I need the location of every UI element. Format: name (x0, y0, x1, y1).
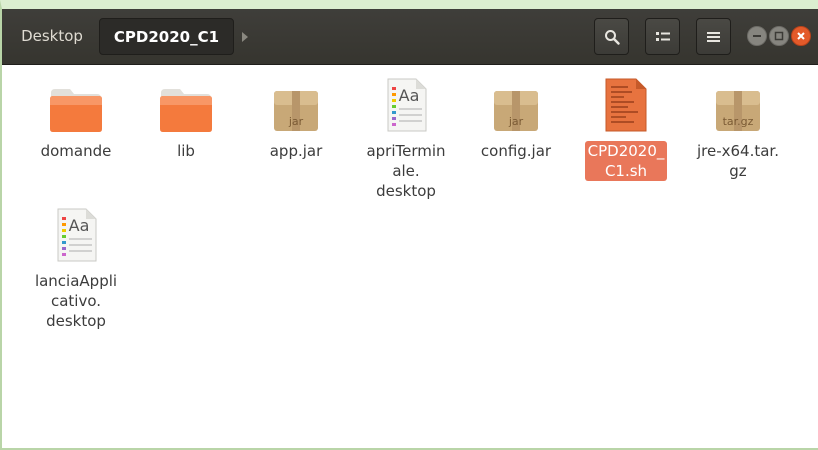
archive-badge: jar (288, 115, 304, 128)
file-label: app.jar (269, 142, 323, 160)
close-icon (797, 32, 805, 40)
file-label: apriTermin ale. desktop (366, 142, 446, 200)
menu-icon (707, 31, 720, 42)
archive-icon: jar (250, 77, 342, 133)
file-grid: domande lib jar app.jar Aa apriTermin al… (2, 65, 818, 448)
archive-badge: jar (508, 115, 524, 128)
file-label: lanciaAppli cativo. desktop (34, 272, 118, 330)
archive-badge: tar.gz (723, 115, 754, 128)
search-icon (604, 29, 620, 45)
window-controls (747, 25, 818, 47)
file-item-cpd2020-c1-sh[interactable]: CPD2020_ C1.sh (580, 77, 672, 181)
file-badge: Aa (69, 216, 90, 235)
text-file-icon: Aa (30, 207, 122, 263)
breadcrumb-current-folder[interactable]: CPD2020_C1 (99, 18, 234, 55)
chevron-right-icon (242, 31, 248, 42)
close-button[interactable] (791, 26, 811, 46)
file-label-selected: CPD2020_ C1.sh (584, 141, 668, 181)
maximize-button[interactable] (769, 26, 789, 46)
view-toggle-icon (655, 31, 670, 41)
archive-icon: jar (470, 77, 562, 133)
file-label: config.jar (480, 142, 552, 160)
file-badge: Aa (399, 86, 420, 105)
folder-icon (30, 77, 122, 133)
maximize-icon (774, 31, 784, 41)
breadcrumb-desktop[interactable]: Desktop (8, 18, 96, 55)
view-toggle-button[interactable] (645, 18, 680, 55)
folder-icon (140, 77, 232, 133)
file-item-lib[interactable]: lib (140, 77, 232, 161)
file-item-apriterminale-desktop[interactable]: Aa apriTermin ale. desktop (360, 77, 452, 201)
file-label: domande (40, 142, 112, 160)
search-button[interactable] (594, 18, 629, 55)
file-label: jre-x64.tar. gz (696, 142, 779, 180)
file-manager-window: Desktop CPD2020_C1 domande lib jar app.j… (0, 0, 818, 450)
file-item-domande[interactable]: domande (30, 77, 122, 161)
file-item-app-jar[interactable]: jar app.jar (250, 77, 342, 161)
header-bar: Desktop CPD2020_C1 (2, 9, 818, 65)
archive-icon: tar.gz (692, 77, 784, 133)
script-file-icon (580, 77, 672, 133)
minimize-button[interactable] (747, 26, 767, 46)
minimize-icon (753, 35, 761, 37)
text-file-icon: Aa (360, 77, 452, 133)
menu-button[interactable] (696, 18, 731, 55)
file-item-jre-x64-tar-gz[interactable]: tar.gz jre-x64.tar. gz (692, 77, 784, 181)
file-label: lib (177, 142, 195, 160)
breadcrumb-forward-button[interactable] (234, 18, 256, 55)
file-item-config-jar[interactable]: jar config.jar (470, 77, 562, 161)
file-item-lanciaapplicativo-desktop[interactable]: Aa lanciaAppli cativo. desktop (30, 207, 122, 331)
